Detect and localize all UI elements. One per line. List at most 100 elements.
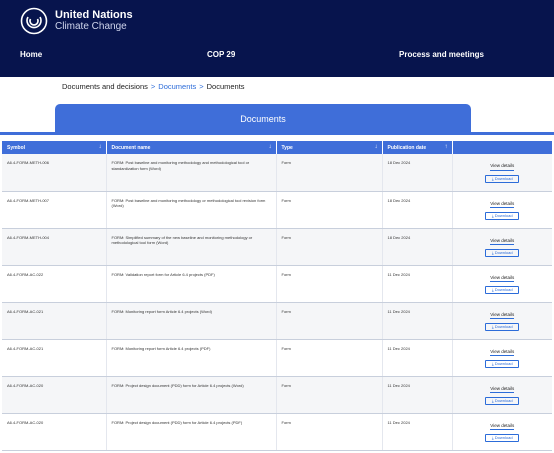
nav-cop29[interactable]: COP 29 [207, 50, 235, 59]
breadcrumb: Documents and decisions > Documents > Docume… [62, 82, 245, 91]
arrow-up-icon[interactable]: ↑ [445, 144, 448, 150]
download-button[interactable]: ⤓ Download [485, 174, 520, 183]
view-details-link[interactable]: View details [490, 163, 515, 171]
cell-document-name: FORM: Monitoring report form Article 6.4… [106, 302, 277, 340]
download-label: Download [494, 324, 513, 329]
download-button[interactable]: ⤓ Download [485, 397, 520, 405]
cell-publication-date: 18 Dec 2024 [382, 154, 453, 192]
nav-process-and-meetings[interactable]: Process and meetings [399, 50, 484, 59]
cell-document-name: FORM: Post baseline and monitoring metho… [106, 191, 277, 229]
cell-actions: View details ⤓ Download [452, 191, 552, 229]
cell-symbol: A6.4-FORM-METH-006 [2, 154, 107, 192]
arrow-down-icon[interactable]: ↓ [375, 144, 378, 150]
cell-type: Form [276, 154, 383, 192]
cell-document-name: FORM: Project design document (PDD) form… [106, 413, 277, 451]
table-header-row: Symbol ↓ Document name ↓ Type ↓ Publication… [2, 141, 552, 154]
cell-type: Form [276, 191, 383, 229]
cell-symbol: A6.4-FORM-AC-020 [2, 376, 107, 414]
table-row: A6.4-FORM-METH-007 FORM: Post baseline an… [2, 191, 552, 229]
cell-document-name: FORM: Validation report form for Article… [106, 265, 277, 303]
chevron-right-icon: > [199, 82, 204, 91]
cell-type: Form [276, 339, 383, 377]
column-document-name[interactable]: Document name ↓ [106, 141, 277, 154]
cell-actions: View details ⤓ Download [452, 302, 552, 340]
table-row: A6.4-FORM-METH-006 FORM: Post baseline an… [2, 154, 552, 192]
cell-symbol: A6.4-FORM-METH-004 [2, 228, 107, 266]
column-symbol[interactable]: Symbol ↓ [2, 141, 107, 154]
download-label: Download [494, 287, 513, 292]
nav-home[interactable]: Home [20, 50, 42, 59]
cell-actions: View details ⤓ Download [452, 154, 552, 192]
download-button[interactable]: ⤓ Download [485, 212, 520, 220]
cell-type: Form [276, 413, 383, 451]
column-publication-date[interactable]: Publication date ↑ [382, 141, 453, 154]
breadcrumb-current: Documents [206, 82, 245, 91]
cell-document-name: FORM: Simplified summary of the new base… [106, 228, 277, 266]
table-row: A6.4-FORM-AC-020 FORM: Project design doc… [2, 413, 552, 451]
tab-documents[interactable]: Documents [55, 104, 471, 134]
view-details-link[interactable]: View details [490, 275, 515, 282]
column-symbol-label: Symbol [7, 144, 26, 151]
brand-subtitle[interactable]: Climate Change [55, 21, 127, 32]
column-type-label: Type [281, 144, 293, 151]
download-label: Download [494, 361, 513, 366]
cell-document-name: FORM: Post baseline and monitoring metho… [106, 154, 277, 192]
cell-symbol: A6.4-FORM-METH-007 [2, 191, 107, 229]
cell-document-name: FORM: Project design document (PDD) form… [106, 376, 277, 414]
view-details-link[interactable]: View details [490, 386, 515, 393]
download-label: Download [494, 435, 513, 440]
cell-actions: View details ⤓ Download [452, 376, 552, 414]
column-actions [452, 141, 552, 154]
cell-actions: View details ⤓ Download [452, 265, 552, 303]
cell-publication-date: 11 Dec 2024 [382, 376, 453, 414]
breadcrumb-documents-link[interactable]: Documents [158, 82, 196, 91]
cell-symbol: A6.4-FORM-AC-021 [2, 339, 107, 377]
tab-underline [0, 132, 554, 135]
chevron-right-icon: > [150, 82, 156, 91]
download-button[interactable]: ⤓ Download [485, 286, 520, 294]
cell-publication-date: 11 Dec 2024 [382, 339, 453, 377]
cell-type: Form [276, 302, 383, 340]
download-label: Download [494, 175, 513, 181]
download-button[interactable]: ⤓ Download [485, 434, 520, 442]
download-button[interactable]: ⤓ Download [485, 249, 520, 257]
cell-type: Form [276, 228, 383, 266]
view-details-link[interactable]: View details [490, 238, 515, 245]
arrow-down-icon[interactable]: ↓ [99, 144, 102, 150]
brand-title[interactable]: United Nations [55, 9, 133, 21]
documents-table: Symbol ↓ Document name ↓ Type ↓ Publication… [2, 141, 552, 451]
cell-type: Form [276, 265, 383, 303]
arrow-down-icon[interactable]: ↓ [269, 144, 272, 150]
breadcrumb-documents-and-decisions[interactable]: Documents and decisions [62, 82, 148, 91]
cell-actions: View details ⤓ Download [452, 413, 552, 451]
view-details-link[interactable]: View details [490, 312, 515, 319]
cell-symbol: A6.4-FORM-AC-022 [2, 265, 107, 303]
unfccc-logo-icon[interactable] [20, 7, 48, 35]
view-details-link[interactable]: View details [490, 423, 515, 430]
cell-actions: View details ⤓ Download [452, 339, 552, 377]
table-row: A6.4-FORM-AC-021 FORM: Monitoring report … [2, 339, 552, 377]
download-button[interactable]: ⤓ Download [485, 360, 520, 368]
column-type[interactable]: Type ↓ [276, 141, 383, 154]
cell-publication-date: 11 Dec 2024 [382, 413, 453, 451]
download-label: Download [494, 250, 513, 255]
cell-actions: View details ⤓ Download [452, 228, 552, 266]
cell-publication-date: 11 Dec 2024 [382, 302, 453, 340]
table-row: A6.4-FORM-AC-022 FORM: Validation report … [2, 265, 552, 303]
view-details-link[interactable]: View details [490, 349, 515, 356]
cell-publication-date: 18 Dec 2024 [382, 191, 453, 229]
column-publication-date-label: Publication date [387, 144, 427, 151]
table-row: A6.4-FORM-AC-020 FORM: Project design doc… [2, 376, 552, 414]
download-label: Download [494, 213, 513, 218]
cell-document-name: FORM: Monitoring report form Article 6.4… [106, 339, 277, 377]
cell-publication-date: 18 Dec 2024 [382, 228, 453, 266]
cell-type: Form [276, 376, 383, 414]
cell-publication-date: 11 Dec 2024 [382, 265, 453, 303]
site-header: United Nations Climate Change Home COP 2… [0, 0, 554, 77]
view-details-link[interactable]: View details [490, 201, 515, 208]
cell-symbol: A6.4-FORM-AC-020 [2, 413, 107, 451]
column-document-name-label: Document name [111, 144, 151, 151]
download-label: Download [494, 398, 513, 403]
download-button[interactable]: ⤓ Download [485, 323, 520, 331]
cell-symbol: A6.4-FORM-AC-021 [2, 302, 107, 340]
